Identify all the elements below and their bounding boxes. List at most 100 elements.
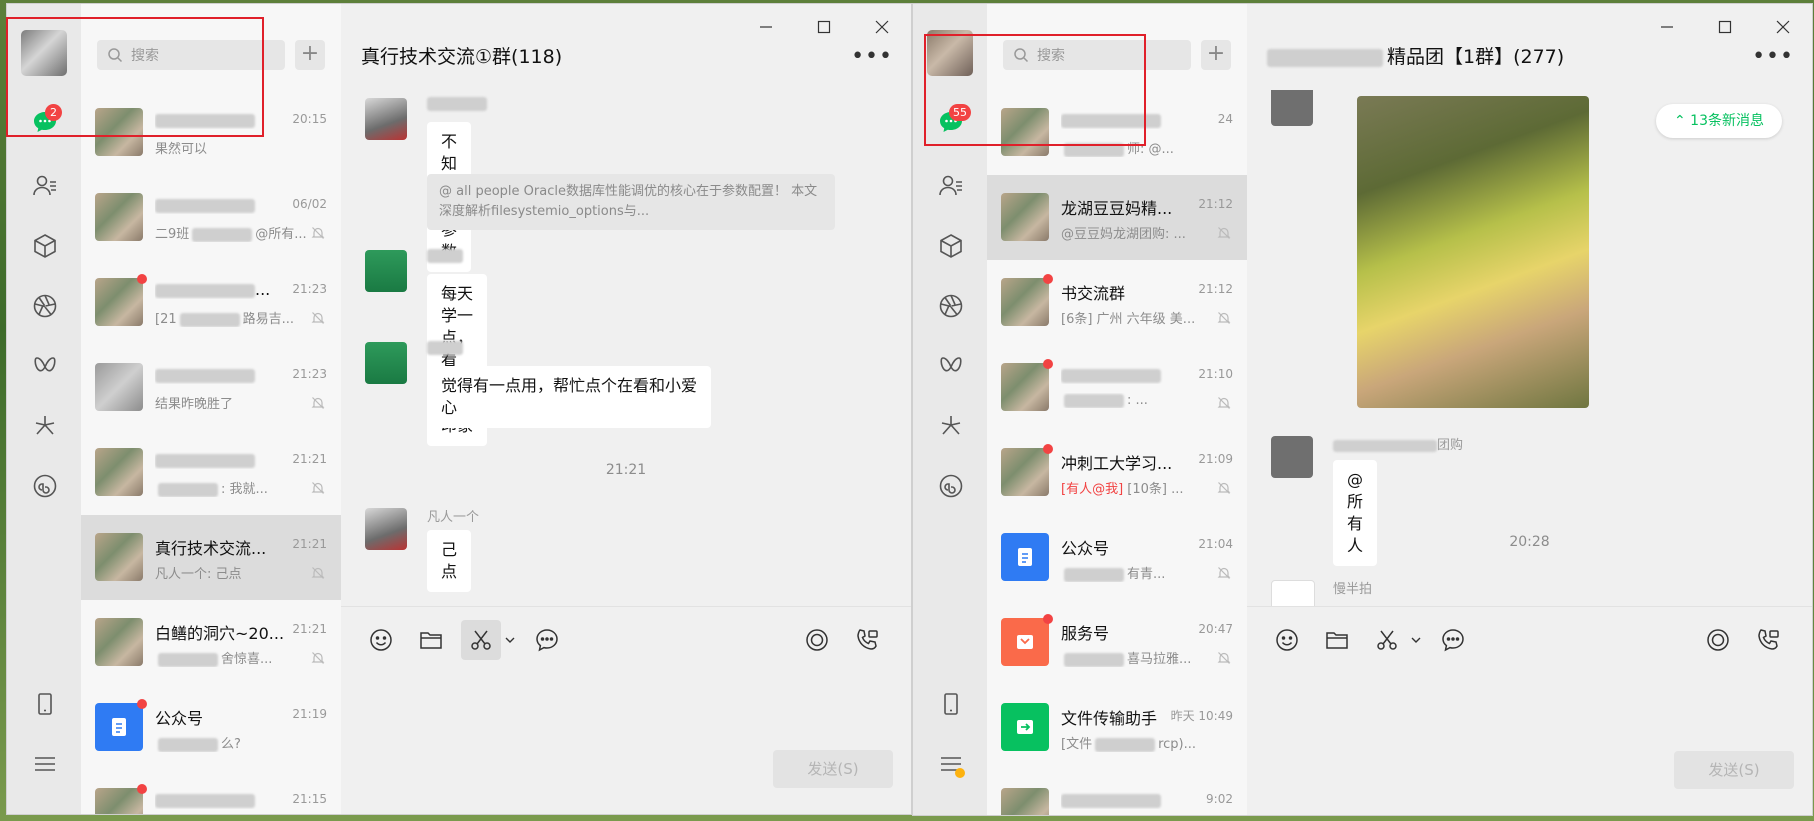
favorites-box-icon[interactable] bbox=[937, 232, 965, 260]
file-button[interactable] bbox=[1317, 620, 1357, 660]
close-button[interactable] bbox=[853, 12, 911, 42]
search-spark-icon[interactable] bbox=[937, 412, 965, 440]
user-avatar[interactable] bbox=[21, 30, 67, 76]
maximize-button[interactable] bbox=[1696, 12, 1754, 42]
chat-history-button[interactable] bbox=[1433, 620, 1473, 660]
more-options-button[interactable]: ••• bbox=[1752, 46, 1794, 68]
send-button[interactable]: 发送(S) bbox=[773, 750, 893, 788]
search-spark-icon[interactable] bbox=[31, 412, 59, 440]
mini-programs-icon[interactable] bbox=[31, 472, 59, 500]
search-input[interactable]: 搜索 bbox=[97, 40, 285, 70]
sender-avatar[interactable] bbox=[1271, 436, 1313, 478]
quoted-link-preview[interactable]: @ all people Oracle数据库性能调优的核心在于参数配置！ 本文深… bbox=[427, 174, 835, 230]
chat-name bbox=[155, 365, 305, 384]
contacts-icon[interactable] bbox=[937, 172, 965, 200]
screenshot-button[interactable] bbox=[1367, 620, 1407, 660]
chat-list-item[interactable]: 20:15 果然可以 bbox=[81, 90, 341, 175]
call-button[interactable] bbox=[1748, 620, 1788, 660]
mute-bell-icon bbox=[1217, 565, 1231, 579]
user-avatar[interactable] bbox=[927, 30, 973, 76]
moments-aperture-icon[interactable] bbox=[31, 292, 59, 320]
sender-avatar[interactable] bbox=[1271, 90, 1313, 126]
add-button[interactable]: + bbox=[1201, 40, 1231, 70]
chat-list-item[interactable]: 真行技术交流... 21:21 凡人一个: 己点 bbox=[81, 515, 341, 600]
nav-rail: 2 bbox=[7, 4, 81, 814]
message-bubble[interactable]: @所有人 bbox=[1333, 460, 1378, 566]
phone-icon[interactable] bbox=[937, 690, 965, 718]
search-input[interactable]: 搜索 bbox=[1003, 40, 1191, 70]
chat-list-item[interactable]: 24 师: @... bbox=[987, 90, 1247, 175]
screenshot-button[interactable] bbox=[461, 620, 501, 660]
chat-list-item[interactable]: 21:15 bbox=[81, 770, 341, 814]
chat-preview: [文件 rcp)... bbox=[1061, 737, 1197, 752]
emoji-button[interactable] bbox=[361, 620, 401, 660]
moments-aperture-icon[interactable] bbox=[937, 292, 965, 320]
chat-avatar bbox=[1001, 278, 1049, 326]
new-messages-button[interactable]: ⌃ 13条新消息 bbox=[1655, 104, 1782, 138]
chat-time: 21:15 bbox=[292, 792, 327, 806]
favorites-box-icon[interactable] bbox=[31, 232, 59, 260]
minimize-button[interactable] bbox=[737, 12, 795, 42]
mini-programs-icon[interactable] bbox=[937, 472, 965, 500]
chat-list-item[interactable]: 21:10: ... bbox=[987, 345, 1247, 430]
screenshot-options-button[interactable] bbox=[1409, 620, 1423, 660]
maximize-button[interactable] bbox=[795, 12, 853, 42]
chat-list-item[interactable]: 龙湖豆豆妈精... 21:12 @豆豆妈龙湖团购: ... bbox=[987, 175, 1247, 260]
screenshot-options-button[interactable] bbox=[503, 620, 517, 660]
file-button[interactable] bbox=[411, 620, 451, 660]
emoji-icon bbox=[370, 629, 392, 651]
chat-list-item[interactable]: 9:02... bbox=[987, 770, 1247, 815]
live-button[interactable] bbox=[797, 620, 837, 660]
chat-icon[interactable]: 55 bbox=[937, 104, 971, 136]
message-bubble[interactable]: 己点 bbox=[427, 530, 472, 592]
sender-avatar[interactable] bbox=[1271, 580, 1315, 606]
phone-call-icon bbox=[1758, 629, 1779, 650]
menu-icon[interactable] bbox=[937, 750, 965, 778]
timestamp: 21:21 bbox=[605, 462, 647, 478]
chat-list-panel: 搜索 + 20:15 果然可以 06/02 二9班 @所有...... 21:23 [21 路… bbox=[81, 4, 342, 814]
emoji-button[interactable] bbox=[1267, 620, 1307, 660]
unread-dot bbox=[1043, 274, 1053, 284]
chat-list-item[interactable]: 21:23 结果昨晚胜了 bbox=[81, 345, 341, 430]
sender-avatar[interactable] bbox=[365, 98, 407, 140]
chat-list-item[interactable]: 白鳝的洞穴~20... 21:21 舍惊喜... bbox=[81, 600, 341, 685]
chat-list-item[interactable]: 文件传输助手 昨天 10:49 [文件 rcp)... bbox=[987, 685, 1247, 770]
sender-avatar[interactable] bbox=[365, 342, 407, 384]
composer-toolbar-right bbox=[1688, 620, 1788, 660]
channels-icon[interactable] bbox=[31, 352, 59, 380]
chat-list-item[interactable]: ... 21:23 [21 路易吉... bbox=[81, 260, 341, 345]
chat-list-item[interactable]: 冲刺工大学习... 21:09 [有人@我] [10条] ... bbox=[987, 430, 1247, 515]
chat-name: 真行技术交流... bbox=[155, 539, 267, 558]
close-button[interactable] bbox=[1754, 12, 1812, 42]
sender-avatar[interactable] bbox=[365, 508, 407, 550]
chat-list-item[interactable]: 公众号 21:19 么? bbox=[81, 685, 341, 770]
close-icon bbox=[1776, 20, 1790, 34]
new-messages-label: 13条新消息 bbox=[1690, 113, 1764, 129]
send-button[interactable]: 发送(S) bbox=[1674, 751, 1794, 789]
minimize-button[interactable] bbox=[1638, 12, 1696, 42]
message-bubble[interactable]: 觉得有一点用，帮忙点个在看和小爱心 bbox=[427, 366, 711, 428]
sender-name bbox=[427, 248, 463, 263]
contacts-icon[interactable] bbox=[31, 172, 59, 200]
chat-list-item[interactable]: 服务号 20:47 喜马拉雅... bbox=[987, 600, 1247, 685]
add-button[interactable]: + bbox=[295, 40, 325, 70]
search-placeholder: 搜索 bbox=[131, 48, 159, 64]
unread-dot bbox=[137, 784, 147, 794]
image-message-durian[interactable] bbox=[1357, 96, 1589, 408]
chat-list-item[interactable]: 06/02 二9班 @所有... bbox=[81, 175, 341, 260]
phone-icon[interactable] bbox=[31, 690, 59, 718]
sender-avatar[interactable] bbox=[365, 250, 407, 292]
chat-avatar bbox=[1001, 363, 1049, 411]
chat-list-item[interactable]: 公众号 21:04 有青... bbox=[987, 515, 1247, 600]
live-button[interactable] bbox=[1698, 620, 1738, 660]
menu-icon[interactable] bbox=[31, 750, 59, 778]
chat-time: 21:23 bbox=[292, 367, 327, 381]
chat-name: ... bbox=[155, 280, 305, 299]
chat-list-item[interactable]: 书交流群 21:12 [6条] 广州 六年级 美... bbox=[987, 260, 1247, 345]
chat-history-button[interactable] bbox=[527, 620, 567, 660]
chat-list-item[interactable]: 21:21: 我就... bbox=[81, 430, 341, 515]
channels-icon[interactable] bbox=[937, 352, 965, 380]
more-options-button[interactable]: ••• bbox=[851, 46, 893, 68]
call-button[interactable] bbox=[847, 620, 887, 660]
chat-icon[interactable]: 2 bbox=[31, 104, 62, 136]
